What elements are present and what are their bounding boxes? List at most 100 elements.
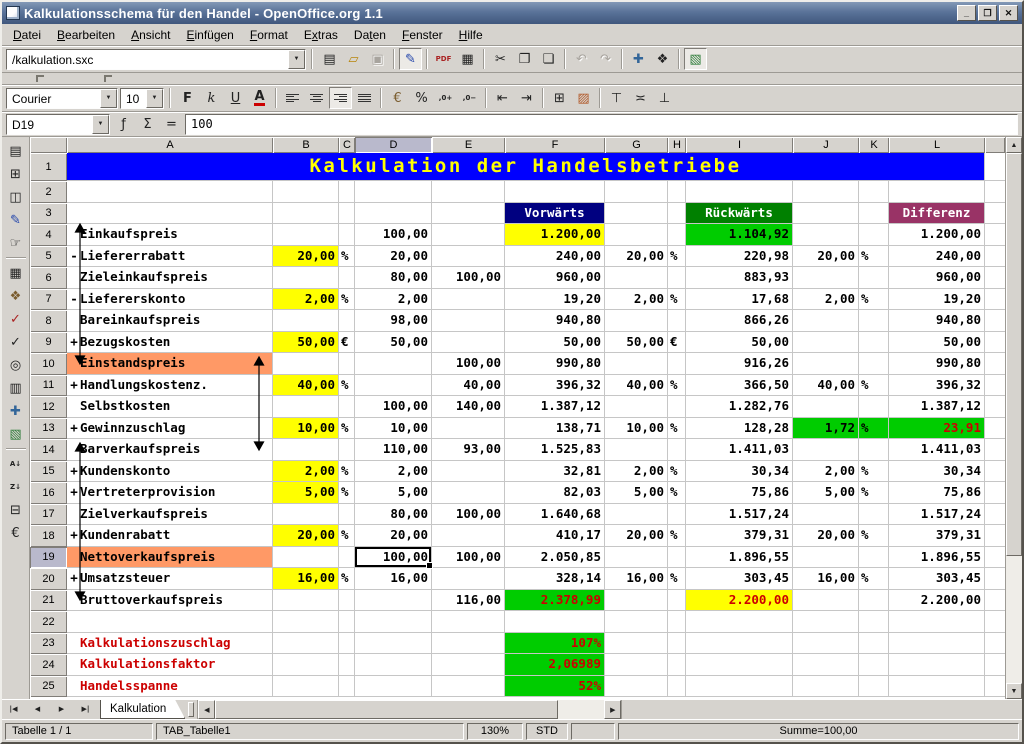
cell-A14[interactable]: Barverkaufspreis [67, 439, 273, 461]
row-header-18[interactable]: 18 [30, 525, 67, 547]
form-controls-button[interactable]: ☞ [4, 232, 28, 254]
cell-K24[interactable] [859, 654, 889, 676]
cell-I17[interactable]: 1.517,24 [686, 504, 793, 526]
cell-E2[interactable] [432, 181, 505, 203]
cell-C18[interactable]: % [339, 525, 355, 547]
cell-B25[interactable] [273, 676, 339, 698]
row-header-20[interactable]: 20 [30, 568, 67, 590]
italic-button[interactable]: k [200, 87, 223, 109]
cell-H15[interactable]: % [668, 461, 686, 483]
row-header-6[interactable]: 6 [30, 267, 67, 289]
cell-C22[interactable] [339, 611, 355, 633]
open-document-button[interactable]: ▱ [342, 48, 365, 70]
spellcheck-button[interactable]: ✓ [4, 308, 28, 330]
cell-A2[interactable] [67, 181, 273, 203]
cell-J7[interactable]: 2,00 [793, 289, 859, 311]
cell-D5[interactable]: 20,00 [355, 246, 432, 268]
cell-K9[interactable] [859, 332, 889, 354]
align-left-button[interactable] [281, 87, 304, 109]
insert-cells-button[interactable]: ⊞ [4, 163, 28, 185]
menu-datei[interactable]: Datei [5, 25, 49, 45]
print-file-button[interactable]: ▦ [456, 48, 479, 70]
cell-D6[interactable]: 80,00 [355, 267, 432, 289]
cell-L17[interactable]: 1.517,24 [889, 504, 985, 526]
cell-E23[interactable] [432, 633, 505, 655]
cell-J20[interactable]: 16,00 [793, 568, 859, 590]
cell-J8[interactable] [793, 310, 859, 332]
maximize-button[interactable]: ❐ [978, 5, 997, 21]
cell-J21[interactable] [793, 590, 859, 612]
status-zoom[interactable]: 130% [467, 723, 523, 740]
cell-L23[interactable] [889, 633, 985, 655]
vertical-scroll-track[interactable] [1006, 153, 1022, 683]
number-percent-button[interactable]: % [410, 87, 433, 109]
cell-G5[interactable]: 20,00 [605, 246, 668, 268]
data-sources-button[interactable]: ▥ [4, 377, 28, 399]
cell-A21[interactable]: Bruttoverkaufspreis [67, 590, 273, 612]
cell-K10[interactable] [859, 353, 889, 375]
cell-I14[interactable]: 1.411,03 [686, 439, 793, 461]
cell-F16[interactable]: 82,03 [505, 482, 605, 504]
row-header-17[interactable]: 17 [30, 504, 67, 526]
sort-descending-button[interactable]: Z↓ [4, 476, 28, 498]
sheet-tab-kalkulation[interactable]: Kalkulation [100, 700, 185, 719]
font-size-combo[interactable]: 10 ▼ [120, 88, 164, 109]
cell-L19[interactable]: 1.896,55 [889, 547, 985, 569]
document-url-dropdown-icon[interactable]: ▼ [288, 50, 305, 69]
autoformat-button[interactable]: ▦ [4, 262, 28, 284]
align-center-vertical-button[interactable]: ≍ [629, 87, 652, 109]
cell-D7[interactable]: 2,00 [355, 289, 432, 311]
bold-button[interactable]: F [176, 87, 199, 109]
choose-themes-button[interactable]: ❖ [4, 285, 28, 307]
cell-J6[interactable] [793, 267, 859, 289]
cell-F25[interactable]: 52% [505, 676, 605, 698]
cell-F5[interactable]: 240,00 [505, 246, 605, 268]
align-center-button[interactable] [305, 87, 328, 109]
cell-E9[interactable] [432, 332, 505, 354]
cell-H19[interactable] [668, 547, 686, 569]
menu-extras[interactable]: Extras [296, 25, 346, 45]
cell-F2[interactable] [505, 181, 605, 203]
cell-J17[interactable] [793, 504, 859, 526]
cell-D2[interactable] [355, 181, 432, 203]
cell-B18[interactable]: 20,00 [273, 525, 339, 547]
cell-J25[interactable] [793, 676, 859, 698]
cell-B9[interactable]: 50,00 [273, 332, 339, 354]
cell-C3[interactable] [339, 203, 355, 225]
cell-B22[interactable] [273, 611, 339, 633]
cell-H8[interactable] [668, 310, 686, 332]
cell-E17[interactable]: 100,00 [432, 504, 505, 526]
cell-K25[interactable] [859, 676, 889, 698]
previous-sheet-button[interactable]: ◀ [26, 699, 49, 721]
cell-C13[interactable]: % [339, 418, 355, 440]
cell-F10[interactable]: 990,80 [505, 353, 605, 375]
cell-J13[interactable]: 1,72 [793, 418, 859, 440]
document-url-combo[interactable]: /kalkulation.sxc ▼ [6, 49, 306, 70]
cell-G9[interactable]: 50,00 [605, 332, 668, 354]
cell-A19[interactable]: Nettoverkaufspreis [67, 547, 273, 569]
cell-L4[interactable]: 1.200,00 [889, 224, 985, 246]
cell-I16[interactable]: 75,86 [686, 482, 793, 504]
cell-D9[interactable]: 50,00 [355, 332, 432, 354]
group-button[interactable]: ⊟ [4, 499, 28, 521]
cell-A10[interactable]: Einstandspreis [67, 353, 273, 375]
cell-H4[interactable] [668, 224, 686, 246]
cell-A18[interactable]: +Kundenrabatt [67, 525, 273, 547]
cell-G22[interactable] [605, 611, 668, 633]
cell-J15[interactable]: 2,00 [793, 461, 859, 483]
cell-G4[interactable] [605, 224, 668, 246]
cell-J12[interactable] [793, 396, 859, 418]
cell-H13[interactable]: % [668, 418, 686, 440]
cell-C7[interactable]: % [339, 289, 355, 311]
column-header-F[interactable]: F [505, 137, 605, 153]
cell-I2[interactable] [686, 181, 793, 203]
last-sheet-button[interactable]: ▶| [74, 699, 97, 721]
cell-K15[interactable]: % [859, 461, 889, 483]
cell-B23[interactable] [273, 633, 339, 655]
cell-F8[interactable]: 940,80 [505, 310, 605, 332]
cell-K21[interactable] [859, 590, 889, 612]
cell-C19[interactable] [339, 547, 355, 569]
cell-D8[interactable]: 98,00 [355, 310, 432, 332]
horizontal-scroll-track[interactable] [215, 700, 604, 719]
row-header-15[interactable]: 15 [30, 461, 67, 483]
